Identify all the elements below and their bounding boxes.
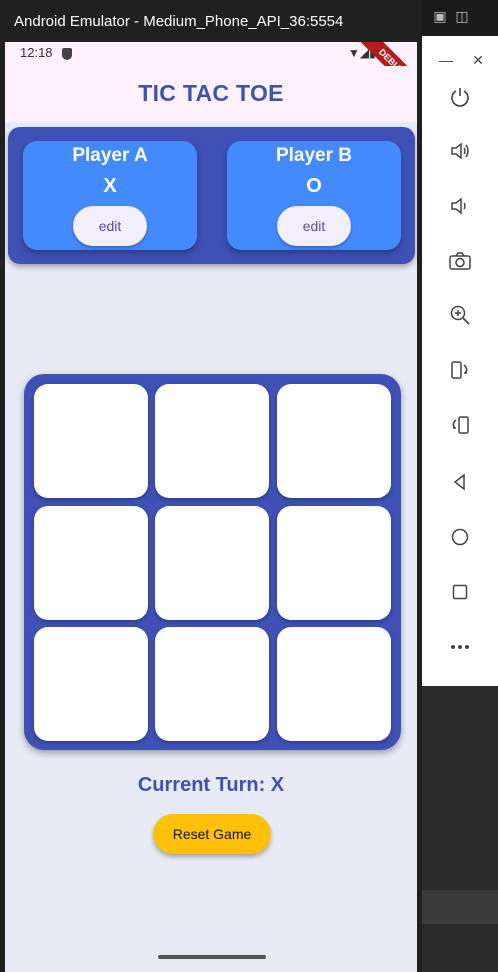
player-b-symbol: O bbox=[306, 175, 322, 197]
board-cell[interactable] bbox=[277, 384, 391, 498]
rotate-right-icon[interactable] bbox=[444, 414, 476, 446]
background-panel bbox=[422, 686, 498, 972]
board-cell[interactable] bbox=[155, 506, 269, 620]
window-controls: ▣ ◫ bbox=[422, 0, 498, 36]
board-cell[interactable] bbox=[155, 627, 269, 741]
phone-screen: 12:18 ▼◢▮ DEBUG TIC TAC TOE Player A X e… bbox=[5, 42, 417, 972]
app-bar: TIC TAC TOE bbox=[5, 66, 417, 122]
board-cell[interactable] bbox=[34, 384, 148, 498]
board-cell[interactable] bbox=[34, 627, 148, 741]
shield-icon bbox=[62, 48, 72, 60]
volume-up-icon[interactable] bbox=[444, 140, 476, 172]
player-b-name: Player B bbox=[275, 145, 353, 166]
close-icon[interactable]: ✕ bbox=[468, 50, 488, 70]
zoom-icon[interactable] bbox=[444, 304, 476, 336]
back-icon[interactable] bbox=[444, 470, 476, 502]
player-a-card: Player A X edit bbox=[23, 141, 197, 250]
status-time: 12:18 bbox=[20, 45, 53, 60]
edit-player-a-button[interactable]: edit bbox=[73, 206, 147, 246]
gesture-nav-handle[interactable] bbox=[158, 955, 266, 959]
board-cell[interactable] bbox=[277, 506, 391, 620]
game-board bbox=[24, 374, 401, 750]
split-view-icon[interactable]: ◫ bbox=[452, 6, 472, 26]
power-icon[interactable] bbox=[444, 86, 476, 118]
players-panel: Player A X edit Player B O edit bbox=[8, 127, 415, 264]
volume-down-icon[interactable] bbox=[444, 195, 476, 227]
page-title: TIC TAC TOE bbox=[138, 80, 284, 106]
current-turn-label: Current Turn: X bbox=[137, 774, 285, 796]
board-cell[interactable] bbox=[277, 627, 391, 741]
minimize-icon[interactable]: — bbox=[436, 50, 456, 70]
player-a-symbol: X bbox=[103, 175, 117, 197]
background-strip bbox=[422, 890, 498, 924]
board-cell[interactable] bbox=[34, 506, 148, 620]
status-bar: 12:18 ▼◢▮ DEBUG bbox=[5, 42, 417, 100]
more-icon[interactable] bbox=[444, 636, 476, 668]
rotate-left-icon[interactable] bbox=[444, 359, 476, 391]
player-a-name: Player A bbox=[72, 145, 148, 166]
edit-player-b-button[interactable]: edit bbox=[277, 206, 351, 246]
window-title: Android Emulator - Medium_Phone_API_36:5… bbox=[0, 0, 422, 44]
reset-game-button[interactable]: Reset Game bbox=[153, 814, 271, 854]
emulator-toolbar: — ✕ bbox=[422, 36, 498, 686]
overview-icon[interactable] bbox=[444, 580, 476, 612]
home-icon[interactable] bbox=[444, 525, 476, 557]
restore-icon[interactable]: ▣ bbox=[430, 6, 450, 26]
board-cell[interactable] bbox=[155, 384, 269, 498]
player-b-card: Player B O edit bbox=[227, 141, 401, 250]
camera-icon[interactable] bbox=[444, 250, 476, 282]
